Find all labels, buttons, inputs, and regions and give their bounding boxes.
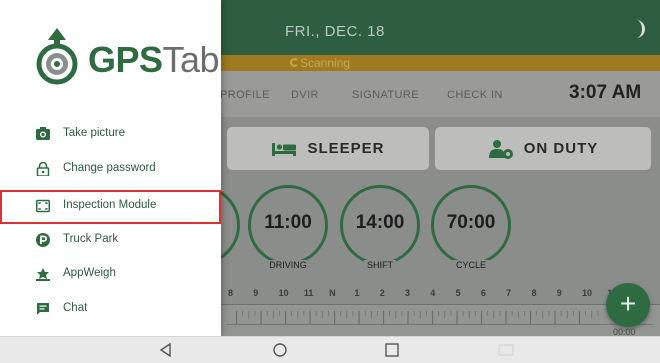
menu-item-take-picture[interactable]: Take picture — [0, 118, 221, 152]
graph-hour-label: 8 — [531, 288, 537, 298]
tab-signature[interactable]: SIGNATURE — [352, 89, 419, 101]
cycle-time: 70:00 — [446, 212, 496, 233]
logo-brand-bold: GPS — [88, 39, 163, 80]
camera-icon — [36, 127, 50, 140]
keyboard-icon — [498, 344, 514, 356]
graph-hour-label: 9 — [253, 288, 259, 298]
menu-item-label: Take picture — [63, 127, 126, 139]
menu-item-inspection-module[interactable]: Inspection Module — [0, 190, 221, 224]
inspection-icon — [36, 199, 50, 213]
tab-check-in[interactable]: CHECK IN — [447, 89, 503, 101]
lock-icon — [36, 162, 50, 176]
home-icon[interactable] — [272, 342, 288, 358]
current-time: 3:07 AM — [569, 82, 642, 103]
system-navigation-bar — [0, 336, 660, 363]
on-duty-button[interactable]: ON DUTY — [435, 127, 651, 170]
menu-item-label: Truck Park — [63, 233, 119, 245]
graph-hour-label: N — [329, 288, 336, 298]
shift-label: SHIFT — [364, 260, 396, 270]
menu-item-change-password[interactable]: Change password — [0, 153, 221, 187]
on-duty-label: ON DUTY — [523, 140, 599, 157]
menu-item-truck-park[interactable]: Truck Park — [0, 224, 221, 258]
gps-target-icon — [36, 28, 78, 85]
sleeper-label: SLEEPER — [307, 140, 385, 157]
cycle-timer: 70:00 CYCLE — [431, 185, 511, 270]
graph-hour-label: 10 — [278, 288, 289, 298]
add-button[interactable]: + — [606, 283, 650, 327]
duty-status-graph — [220, 304, 660, 336]
driving-time: 11:00 — [264, 212, 312, 233]
graph-hour-label: 4 — [430, 288, 436, 298]
back-icon[interactable] — [158, 342, 174, 358]
graph-hour-label: 1 — [354, 288, 360, 298]
graph-hour-label: 3 — [405, 288, 411, 298]
driving-timer: 11:00 DRIVING — [248, 185, 328, 270]
logo-brand-light: Tab — [162, 39, 220, 80]
graph-hour-label: 5 — [455, 288, 461, 298]
bed-icon — [272, 142, 297, 156]
graph-hour-label: 10 — [582, 288, 593, 298]
graph-hour-label: 2 — [379, 288, 385, 298]
navigation-drawer: GPSTab Take picture Change password Insp… — [0, 0, 221, 336]
shift-time: 14:00 — [355, 212, 405, 233]
gpstab-logo: GPSTab — [32, 26, 220, 92]
menu-item-label: Inspection Module — [63, 199, 157, 211]
menu-item-label: Change password — [63, 162, 156, 174]
menu-item-label: AppWeigh — [63, 267, 116, 279]
chat-icon — [37, 303, 49, 315]
menu-item-label: Chat — [63, 302, 88, 314]
moon-icon[interactable] — [624, 18, 646, 40]
graph-hour-label: 6 — [480, 288, 486, 298]
graph-hour-labels: 891011N1234567891011M — [220, 288, 660, 302]
recents-icon[interactable] — [384, 342, 400, 358]
tab-dvir[interactable]: DVIR — [291, 89, 319, 101]
scale-icon — [36, 268, 50, 281]
tab-profile[interactable]: PROFILE — [220, 89, 270, 101]
sleeper-button[interactable]: SLEEPER — [227, 127, 429, 170]
parking-icon — [36, 233, 50, 247]
loading-spinner-icon — [290, 58, 299, 67]
menu-item-appweigh[interactable]: AppWeigh — [0, 258, 221, 292]
driver-icon — [488, 139, 513, 159]
menu-item-chat[interactable]: Chat — [0, 293, 221, 327]
driving-label: DRIVING — [266, 260, 310, 270]
graph-hour-label: 8 — [228, 288, 234, 298]
graph-hour-label: 7 — [506, 288, 512, 298]
scanning-status: Scanning — [300, 56, 351, 70]
graph-hour-label: 11 — [303, 288, 314, 298]
shift-timer: 14:00 SHIFT — [340, 185, 420, 270]
graph-hour-label: 9 — [556, 288, 562, 298]
date-label: FRI., DEC. 18 — [285, 23, 385, 40]
cycle-label: CYCLE — [452, 260, 489, 270]
